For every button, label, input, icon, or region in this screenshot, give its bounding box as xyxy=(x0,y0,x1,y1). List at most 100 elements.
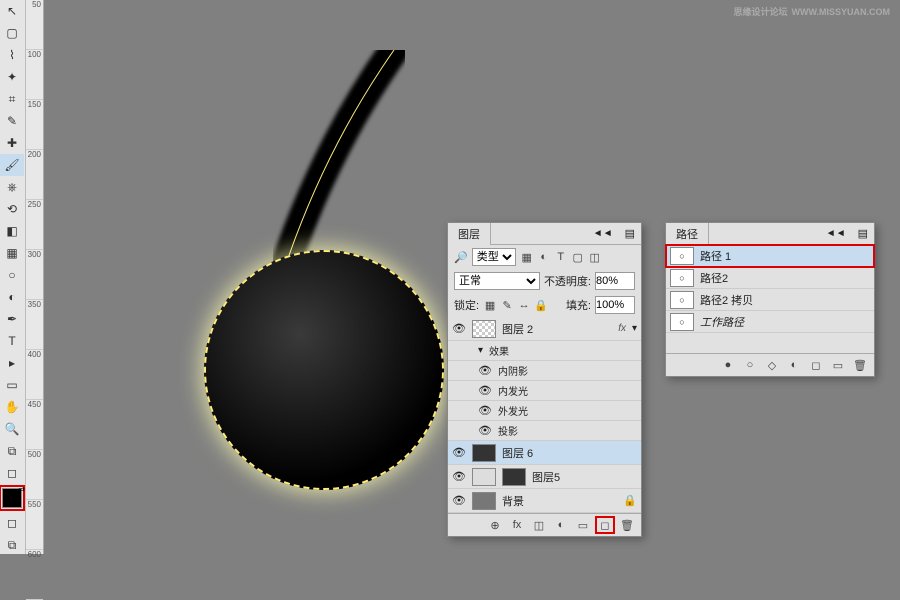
stamp-tool[interactable]: ⎈ xyxy=(0,176,24,198)
zoom-tool[interactable]: 🔍 xyxy=(0,418,24,440)
history-tool[interactable]: ⟲ xyxy=(0,198,24,220)
lock-option-icon[interactable]: ✎ xyxy=(500,298,514,312)
layer-foot-icon[interactable]: ◐ xyxy=(553,518,569,532)
eraser-tool[interactable]: ◧ xyxy=(0,220,24,242)
filter-search-icon[interactable]: 🔎 xyxy=(454,251,468,264)
quick-tool[interactable]: ⧉ xyxy=(0,440,24,462)
layer-thumb[interactable] xyxy=(472,492,496,510)
visibility-icon[interactable]: 👁 xyxy=(478,404,492,417)
blend-mode-select[interactable]: 正常 xyxy=(454,272,540,290)
layer-row[interactable]: 👁 背景 🔒 xyxy=(448,489,641,513)
layer-name[interactable]: 图层 2 xyxy=(502,321,612,337)
filter-type-icon[interactable]: ◫ xyxy=(588,250,602,264)
filter-type-icon[interactable]: ▦ xyxy=(520,250,534,264)
layer-thumb[interactable] xyxy=(472,444,496,462)
panel-menu-icon[interactable]: ▤ xyxy=(852,227,874,240)
path-sel-tool[interactable]: ▸ xyxy=(0,352,24,374)
visibility-icon[interactable]: 👁 xyxy=(478,424,492,437)
path-thumb[interactable]: ○ xyxy=(670,247,694,265)
visibility-icon[interactable]: 👁 xyxy=(452,322,466,335)
new-layer-button[interactable]: ◻ xyxy=(597,518,613,532)
path-foot-icon[interactable]: ◐ xyxy=(786,358,802,372)
path-foot-icon[interactable]: ◻ xyxy=(808,358,824,372)
layer-thumb[interactable] xyxy=(472,320,496,338)
pen-tool[interactable]: ✒ xyxy=(0,308,24,330)
layer-foot-icon[interactable]: 🗑 xyxy=(619,518,635,532)
heal-tool[interactable]: ✚ xyxy=(0,132,24,154)
layer-row[interactable]: 👁 图层 2 fx ▾ xyxy=(448,317,641,341)
path-thumb[interactable]: ○ xyxy=(670,269,694,287)
foreground-color-swatch[interactable]: ⇄ xyxy=(2,488,22,508)
effect-row[interactable]: 👁外发光 xyxy=(448,401,641,421)
chevron-down-icon[interactable]: ▾ xyxy=(478,345,483,356)
layer-mask-thumb[interactable] xyxy=(502,468,526,486)
layer-name[interactable]: 图层5 xyxy=(532,469,637,485)
layer-row[interactable]: 👁 图层5 xyxy=(448,465,641,489)
layer-thumb[interactable] xyxy=(472,468,496,486)
effect-row[interactable]: 👁投影 xyxy=(448,421,641,441)
lock-option-icon[interactable]: ↔ xyxy=(517,298,531,312)
fx-badge[interactable]: fx xyxy=(618,323,626,334)
layer-foot-icon[interactable]: ◫ xyxy=(531,518,547,532)
path-foot-icon[interactable]: 🗑 xyxy=(852,358,868,372)
layers-tab[interactable]: 图层 xyxy=(448,223,491,245)
path-name[interactable]: 工作路径 xyxy=(700,314,744,330)
dodge-tool[interactable]: ◐ xyxy=(0,286,24,308)
path-row[interactable]: ○ 路径2 xyxy=(666,267,874,289)
filter-select[interactable]: 类型 xyxy=(472,248,516,266)
lock-icon[interactable]: 🔒 xyxy=(623,494,637,507)
path-foot-icon[interactable]: ● xyxy=(720,358,736,372)
layer-name[interactable]: 背景 xyxy=(502,493,617,509)
filter-type-icon[interactable]: ◐ xyxy=(537,250,551,264)
quickmask-icon[interactable]: ◻ xyxy=(0,512,24,534)
layer-row[interactable]: 👁 图层 6 xyxy=(448,441,641,465)
path-thumb[interactable]: ○ xyxy=(670,313,694,331)
crop-tool[interactable]: ⌗ xyxy=(0,88,24,110)
path-foot-icon[interactable]: ○ xyxy=(742,358,758,372)
shape-tool[interactable]: ▭ xyxy=(0,374,24,396)
type-tool[interactable]: T xyxy=(0,330,24,352)
move-tool[interactable]: ↖ xyxy=(0,0,24,22)
lock-option-icon[interactable]: 🔒 xyxy=(534,298,548,312)
path-row[interactable]: ○ 路径 1 xyxy=(666,245,874,267)
panel-menu-icon[interactable]: ▤ xyxy=(619,227,641,240)
screenmode-icon[interactable]: ⧉ xyxy=(0,534,24,556)
paths-tab[interactable]: 路径 xyxy=(666,223,709,245)
brush-tool[interactable]: 🖌 xyxy=(0,154,24,176)
chevron-down-icon[interactable]: ▾ xyxy=(632,323,637,334)
path-name[interactable]: 路径2 xyxy=(700,270,728,286)
path-foot-icon[interactable]: ◇ xyxy=(764,358,780,372)
lock-option-icon[interactable]: ▦ xyxy=(483,298,497,312)
layer-name[interactable]: 图层 6 xyxy=(502,445,637,461)
filter-type-icon[interactable]: T xyxy=(554,250,568,264)
visibility-icon[interactable]: 👁 xyxy=(478,384,492,397)
effect-row[interactable]: 👁内发光 xyxy=(448,381,641,401)
path-row[interactable]: ○ 路径2 拷贝 xyxy=(666,289,874,311)
eyedropper-tool[interactable]: ✎ xyxy=(0,110,24,132)
layer-foot-icon[interactable]: fx xyxy=(509,518,525,532)
collapse-icon[interactable]: ◄◄ xyxy=(587,228,619,239)
blur-tool[interactable]: ○ xyxy=(0,264,24,286)
layer-foot-icon[interactable]: ⊕ xyxy=(487,518,503,532)
gradient-tool[interactable]: ▦ xyxy=(0,242,24,264)
path-name[interactable]: 路径 1 xyxy=(700,248,731,264)
path-row[interactable]: ○ 工作路径 xyxy=(666,311,874,333)
path-foot-icon[interactable]: ▭ xyxy=(830,358,846,372)
effects-group-row[interactable]: ▾效果 xyxy=(448,341,641,361)
visibility-icon[interactable]: 👁 xyxy=(452,494,466,507)
hand-tool[interactable]: ✋ xyxy=(0,396,24,418)
effect-row[interactable]: 👁内阴影 xyxy=(448,361,641,381)
mask-tool[interactable]: ◻ xyxy=(0,462,24,484)
visibility-icon[interactable]: 👁 xyxy=(452,446,466,459)
path-thumb[interactable]: ○ xyxy=(670,291,694,309)
opacity-input[interactable] xyxy=(595,272,635,290)
wand-tool[interactable]: ✦ xyxy=(0,66,24,88)
filter-type-icon[interactable]: ▢ xyxy=(571,250,585,264)
layers-panel-header[interactable]: 图层 ◄◄ ▤ xyxy=(448,223,641,245)
visibility-icon[interactable]: 👁 xyxy=(452,470,466,483)
marquee-tool[interactable]: ▢ xyxy=(0,22,24,44)
layer-foot-icon[interactable]: ▭ xyxy=(575,518,591,532)
paths-panel-header[interactable]: 路径 ◄◄ ▤ xyxy=(666,223,874,245)
visibility-icon[interactable]: 👁 xyxy=(478,364,492,377)
fill-input[interactable] xyxy=(595,296,635,314)
